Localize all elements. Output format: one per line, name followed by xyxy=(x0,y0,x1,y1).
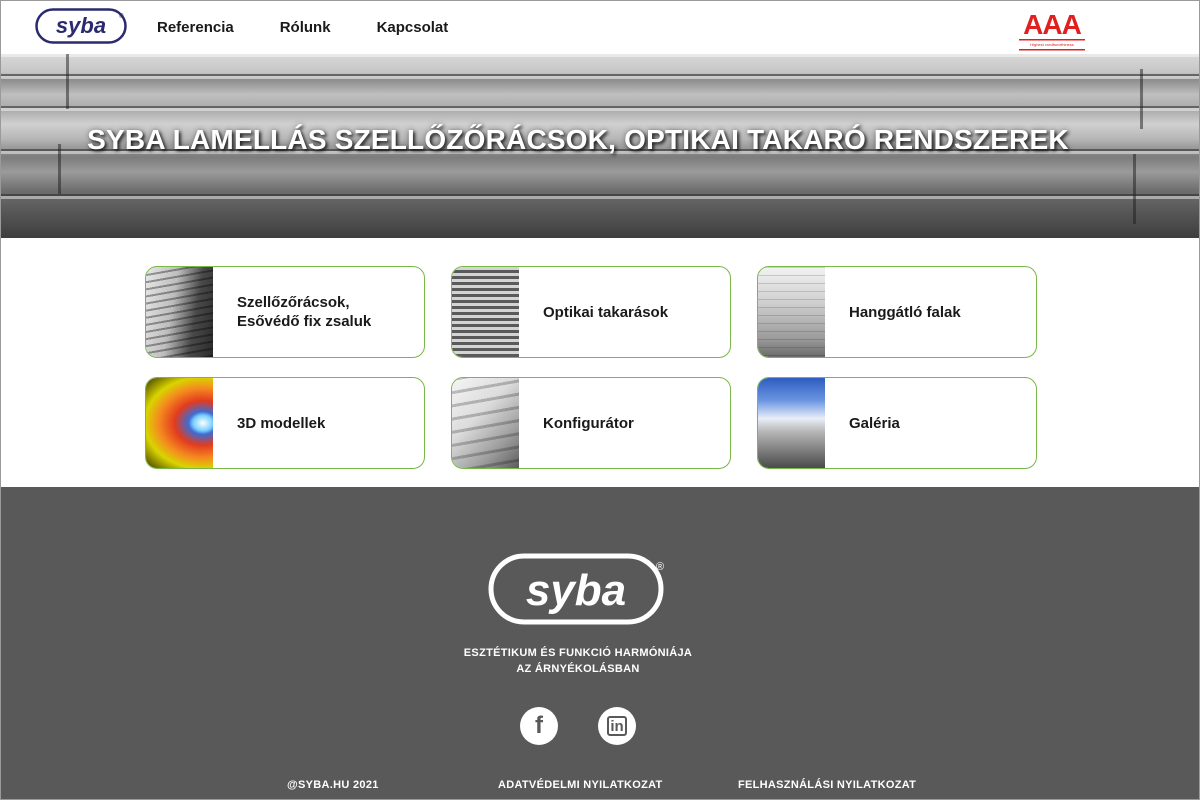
hero-banner: SYBA LAMELLÁS SZELLŐZŐRÁCSOK, OPTIKAI TA… xyxy=(0,54,1200,238)
privacy-policy-link[interactable]: ADATVÉDELMI NYILATKOZAT xyxy=(498,779,663,791)
gallery-image xyxy=(758,378,825,468)
card-label: Optikai takarások xyxy=(543,303,669,321)
copyright-text: @SYBA.HU 2021 xyxy=(287,779,379,791)
card-hanggatlo-falak[interactable]: Hanggátló falak xyxy=(757,266,1037,358)
optical-cover-image xyxy=(452,267,519,357)
card-label: Szellőzőrácsok, Esővédő fix zsaluk xyxy=(237,294,372,330)
sound-barrier-image xyxy=(758,267,825,357)
nav-links: Referencia Rólunk Kapcsolat xyxy=(157,0,494,54)
card-galeria[interactable]: Galéria xyxy=(757,377,1037,469)
nav-link-rolunk[interactable]: Rólunk xyxy=(280,19,331,36)
nav-link-kapcsolat[interactable]: Kapcsolat xyxy=(377,19,449,36)
footer-syba-logo: syba ® xyxy=(488,553,664,625)
svg-text:AAA: AAA xyxy=(1023,9,1081,40)
ventilation-grille-image xyxy=(146,267,213,357)
card-szellozoracsok[interactable]: Szellőzőrácsok, Esővédő fix zsaluk xyxy=(145,266,425,358)
hero-title: SYBA LAMELLÁS SZELLŐZŐRÁCSOK, OPTIKAI TA… xyxy=(87,124,1069,155)
3d-model-image xyxy=(146,378,213,468)
card-3d-modellek[interactable]: 3D modellek xyxy=(145,377,425,469)
svg-text:®: ® xyxy=(656,561,664,573)
nav-link-referencia[interactable]: Referencia xyxy=(157,19,234,36)
svg-text:Highest creditworthiness: Highest creditworthiness xyxy=(1030,42,1074,47)
linkedin-icon[interactable]: in xyxy=(598,707,636,745)
configurator-image xyxy=(452,378,519,468)
svg-text:syba: syba xyxy=(56,13,106,38)
svg-text:®: ® xyxy=(119,13,124,20)
card-label: Galéria xyxy=(849,414,900,432)
card-label: Hanggátló falak xyxy=(849,303,961,321)
syba-logo[interactable]: syba ® xyxy=(35,8,127,44)
top-navigation: syba ® Referencia Rólunk Kapcsolat AAA H… xyxy=(0,0,1200,54)
card-label: 3D modellek xyxy=(237,414,326,432)
footer-tagline: ESZTÉTIKUM ÉS FUNKCIÓ HARMÓNIÁJA AZ ÁRNY… xyxy=(463,647,693,675)
footer: syba ® ESZTÉTIKUM ÉS FUNKCIÓ HARMÓNIÁJA … xyxy=(0,487,1200,800)
svg-text:syba: syba xyxy=(526,566,626,615)
terms-of-use-link[interactable]: FELHASZNÁLÁSI NYILATKOZAT xyxy=(738,779,916,791)
card-optikai-takarasok[interactable]: Optikai takarások xyxy=(451,266,731,358)
card-konfigurator[interactable]: Konfigurátor xyxy=(451,377,731,469)
category-cards: Szellőzőrácsok, Esővédő fix zsaluk Optik… xyxy=(145,266,1038,469)
facebook-icon[interactable]: f xyxy=(520,707,558,745)
aaa-rating-logo: AAA Highest creditworthiness xyxy=(1019,9,1085,51)
card-label: Konfigurátor xyxy=(543,414,634,432)
